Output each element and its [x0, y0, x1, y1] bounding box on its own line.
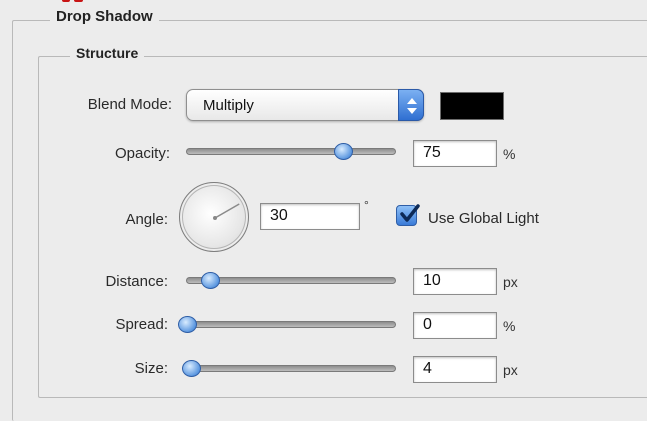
- distance-unit: px: [503, 274, 518, 290]
- angle-dial[interactable]: [179, 182, 249, 252]
- spread-slider-thumb[interactable]: [178, 316, 197, 333]
- size-slider-thumb[interactable]: [182, 360, 202, 377]
- distance-slider-thumb[interactable]: [200, 272, 220, 289]
- shadow-color-swatch[interactable]: [440, 92, 504, 120]
- spread-input[interactable]: 0: [413, 312, 497, 339]
- opacity-unit: %: [503, 146, 516, 162]
- spread-unit: %: [503, 318, 516, 334]
- angle-label: Angle:: [125, 211, 168, 228]
- distance-input[interactable]: 10: [413, 268, 497, 295]
- distance-slider[interactable]: [186, 272, 396, 289]
- size-unit: px: [503, 362, 518, 378]
- structure-title: Structure: [70, 45, 145, 61]
- size-slider[interactable]: [182, 360, 396, 377]
- spread-slider[interactable]: [178, 316, 396, 333]
- drop-shadow-title: Drop Shadow: [50, 8, 159, 25]
- opacity-slider-thumb[interactable]: [334, 143, 353, 160]
- size-input[interactable]: 4: [413, 356, 497, 383]
- opacity-slider[interactable]: [186, 143, 396, 160]
- opacity-input[interactable]: 75: [413, 140, 497, 167]
- size-label: Size:: [134, 360, 168, 377]
- opacity-label: Opacity:: [114, 145, 170, 162]
- angle-unit: °: [364, 198, 369, 212]
- spread-label: Spread:: [115, 316, 168, 333]
- use-global-light-label: Use Global Light: [428, 210, 539, 227]
- cropped-header-fragment: [62, 0, 102, 7]
- distance-label: Distance:: [105, 273, 168, 290]
- blend-mode-value: Multiply: [203, 97, 254, 114]
- select-arrows-icon: [398, 89, 424, 121]
- blend-mode-select[interactable]: Multiply: [186, 89, 424, 121]
- blend-mode-label: Blend Mode:: [87, 96, 172, 113]
- angle-input[interactable]: 30: [260, 203, 360, 230]
- use-global-light-checkbox[interactable]: [396, 204, 420, 226]
